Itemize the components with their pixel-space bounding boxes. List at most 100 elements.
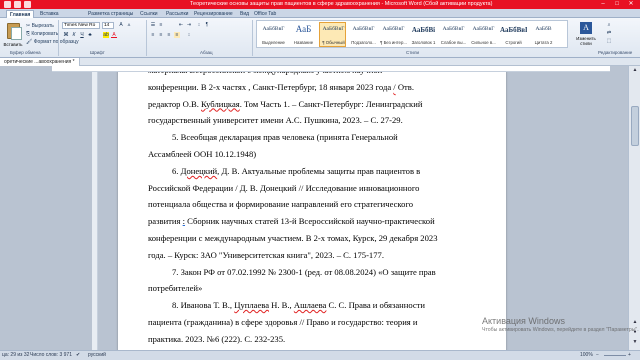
text-run: потребителей» <box>148 283 203 294</box>
undo-icon[interactable] <box>24 1 31 8</box>
strikethrough-button[interactable]: a <box>87 32 93 38</box>
highlight-button[interactable]: ab <box>103 32 109 38</box>
zoom-in-button[interactable]: + <box>628 352 631 358</box>
document-line: Российской Федерации / Д. В. Донецкий //… <box>118 183 506 193</box>
format-painter-label: Формат по образцу <box>33 39 79 45</box>
document-line: потенциала общества и формирование напра… <box>118 199 506 209</box>
close-button[interactable]: ✕ <box>624 0 638 9</box>
style-tile[interactable]: АаБбВвГ Строгий <box>499 22 527 47</box>
bullets-icon[interactable]: ☰ <box>150 22 156 28</box>
proofing-icon[interactable]: ✔ <box>76 352 80 358</box>
style-tile[interactable]: АаБбВвГ Слабое вы... <box>439 22 466 47</box>
styles-gallery: АаБбВвГ Выделение АаБ Название АаБбВвГ ¶… <box>256 20 568 48</box>
tab-insert[interactable]: Вставка <box>40 10 59 18</box>
zoom-slider[interactable] <box>604 355 626 356</box>
style-tile[interactable]: АаБбВвГ ¶ Без интер... <box>379 22 407 47</box>
style-tile[interactable]: АаБбВвГ ¶ Обычный <box>319 22 346 47</box>
ribbon: Вставить ✂ Вырезать ⎘ Копировать 🖌 Форма… <box>0 18 640 58</box>
sort-icon[interactable]: ↕ <box>196 22 202 28</box>
document-line: потребителей» <box>118 283 506 293</box>
numbering-icon[interactable]: ≡ <box>158 22 164 28</box>
replace-icon[interactable]: ⇄ <box>606 30 612 36</box>
style-preview: АаБбВвГ <box>382 26 405 32</box>
document-line: редактор О.В. Кублицкая. Том Часть 1. – … <box>118 99 506 109</box>
vertical-scrollbar[interactable]: ▲ ▲ ● ▼ <box>628 66 640 350</box>
text-run: года. – Курск: ЗАО "Университетская книг… <box>148 249 384 260</box>
spelling-error: Ашлаева <box>293 300 327 311</box>
tab-page-layout[interactable]: Разметка страницы <box>88 10 133 18</box>
increase-indent-icon[interactable]: ⇥ <box>186 22 192 28</box>
copy-button[interactable]: ⎘ Копировать <box>26 31 58 37</box>
font-color-button[interactable]: A <box>111 32 117 38</box>
style-tile[interactable]: АаБбВі Заголовок 1 <box>409 22 436 47</box>
style-tile[interactable]: АаБ Название <box>289 22 316 47</box>
status-bar: ца: 29 из 32 Число слов: 3 971 ✔ русский… <box>0 350 640 360</box>
find-icon[interactable]: ⌕ <box>606 22 612 28</box>
scroll-up-icon[interactable]: ▲ <box>629 66 640 74</box>
tab-review[interactable]: Рецензирование <box>194 10 233 18</box>
format-painter-button[interactable]: 🖌 Формат по образцу <box>26 39 79 45</box>
page-count[interactable]: ца: 29 из 32 <box>2 352 29 358</box>
language[interactable]: русский <box>88 352 106 358</box>
align-center-icon[interactable]: ≡ <box>158 32 164 38</box>
spelling-error: Цуплаева <box>234 300 270 311</box>
style-tile[interactable]: АаБбВ Цитата 2 <box>529 22 556 47</box>
style-tile[interactable]: АаБбВвГ Выделение <box>259 22 286 47</box>
zoom-out-button[interactable]: − <box>596 352 599 358</box>
text-run: потенциала общества и формирование напра… <box>148 199 414 210</box>
style-tile[interactable]: АаБбВвГ Сильное в... <box>469 22 496 47</box>
select-icon[interactable]: ⬚ <box>606 38 612 44</box>
line-spacing-icon[interactable]: ↕ <box>186 32 192 38</box>
document-workspace: материалы Всероссийской с международным … <box>0 66 628 350</box>
decrease-indent-icon[interactable]: ⇤ <box>178 22 184 28</box>
change-styles-label: Изменить стили <box>576 36 596 46</box>
tab-references[interactable]: Ссылки <box>140 10 158 18</box>
text-run: пациента (гражданина) в сфере здоровья /… <box>148 317 418 327</box>
font-name-select[interactable]: Times New Ro <box>62 22 100 29</box>
align-right-icon[interactable]: ≡ <box>166 32 172 38</box>
document-tab[interactable]: оретические ...авоохранения * <box>0 58 80 66</box>
tab-office-tab[interactable]: Office Tab <box>254 10 276 18</box>
style-name: Подзаголо... <box>351 40 376 45</box>
word-count[interactable]: Число слов: 3 971 <box>30 352 72 358</box>
word-app-icon[interactable] <box>4 1 11 8</box>
text-run: редактор О.В. <box>148 98 202 109</box>
document-line: конференции. В 2-х частях , Санкт-Петерб… <box>118 82 506 92</box>
zoom-level[interactable]: 100% <box>580 352 593 358</box>
activation-subtitle: Чтобы активировать Windows, перейдите в … <box>482 327 639 333</box>
underline-button[interactable]: Ч <box>79 32 85 38</box>
text-run: С. С. Права и обязанности <box>326 300 426 311</box>
tab-view[interactable]: Вид <box>240 10 249 18</box>
grow-font-icon[interactable]: A <box>118 22 124 28</box>
text-run: Отв. <box>395 81 414 92</box>
show-marks-icon[interactable]: ¶ <box>204 22 210 28</box>
bold-button[interactable]: Ж <box>63 32 69 38</box>
cut-button[interactable]: ✂ Вырезать <box>26 23 54 29</box>
document-line: 5. Всеобщая декларация прав человека (пр… <box>118 132 506 142</box>
style-tile[interactable]: АаБбВвГ Подзаголо... <box>349 22 376 47</box>
style-preview: АаБбВвГ <box>442 26 465 32</box>
scrollbar-thumb[interactable] <box>631 106 639 146</box>
align-left-icon[interactable]: ≡ <box>150 32 156 38</box>
tab-home[interactable]: Главная <box>6 10 35 18</box>
style-name: Цитата 2 <box>534 40 553 45</box>
paste-button[interactable]: Вставить <box>2 21 24 49</box>
shrink-font-icon[interactable]: A <box>126 22 132 28</box>
text-run: Сборник научных статей 13-й Всероссийско… <box>185 216 435 227</box>
style-name: Заголовок 1 <box>411 40 436 45</box>
justify-icon[interactable]: ≡ <box>174 32 180 38</box>
tab-mailings[interactable]: Рассылки <box>166 10 188 18</box>
document-line: года. – Курск: ЗАО "Университетская книг… <box>118 250 506 260</box>
save-icon[interactable] <box>14 1 21 8</box>
minimize-button[interactable]: – <box>596 0 610 9</box>
font-size-select[interactable]: 14 <box>102 22 114 29</box>
change-styles-button[interactable]: A Изменить стили <box>574 20 598 48</box>
style-name: Название <box>293 40 314 45</box>
next-page-icon[interactable]: ▼ <box>629 338 640 346</box>
maximize-button[interactable]: □ <box>610 0 624 9</box>
copy-label: Копировать <box>31 31 59 37</box>
italic-button[interactable]: К <box>71 32 77 38</box>
document-page[interactable]: материалы Всероссийской с международным … <box>118 66 506 350</box>
cut-label: Вырезать <box>31 23 54 29</box>
window-title: Теоретические основы защиты прав пациент… <box>190 1 493 7</box>
